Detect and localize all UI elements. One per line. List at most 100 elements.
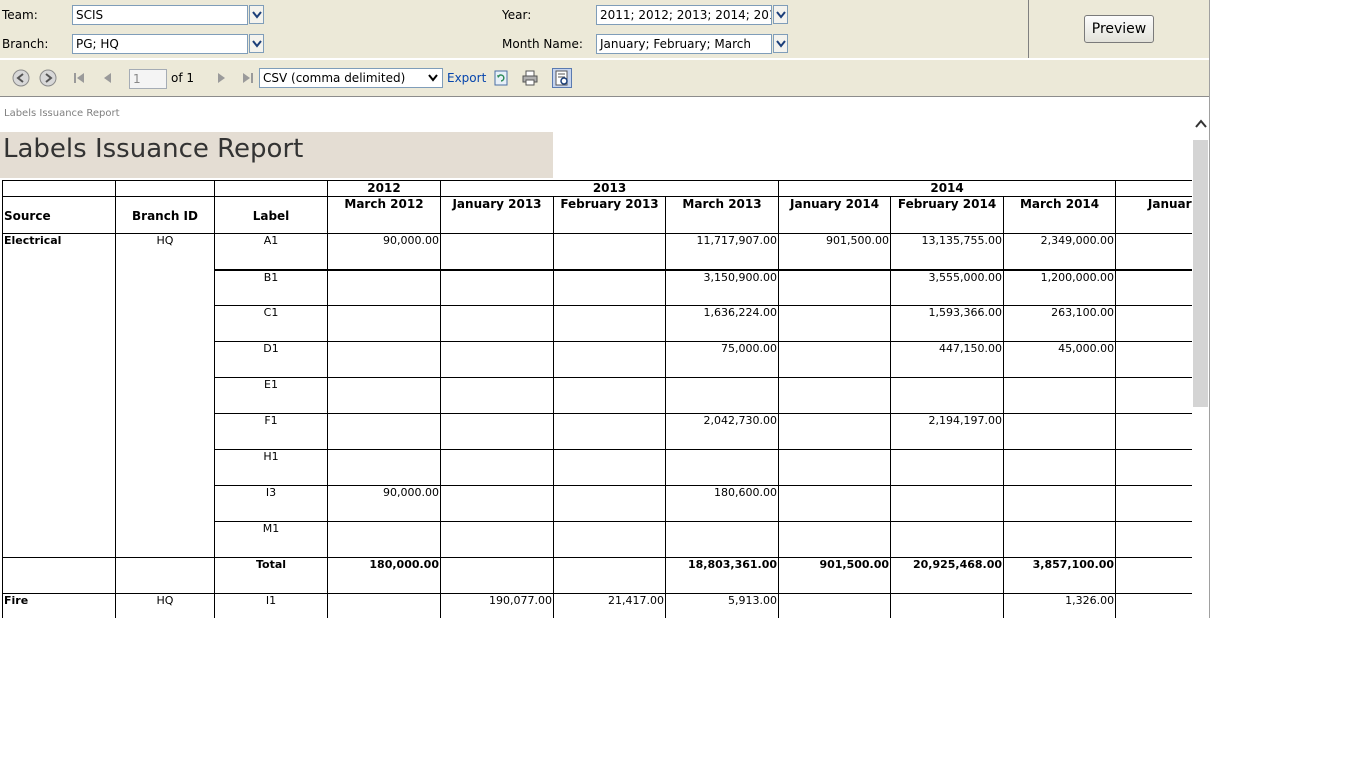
viewer-right-blank xyxy=(1209,97,1366,618)
value-cell: 901,500.00 xyxy=(778,233,892,271)
column-header-month: February 2013 xyxy=(553,196,666,234)
value-cell xyxy=(440,485,554,522)
page-number-input[interactable]: 1 xyxy=(129,69,167,89)
year-select[interactable]: 2011; 2012; 2013; 2014; 2015 xyxy=(596,5,772,25)
report-title: Labels Issuance Report xyxy=(3,134,304,164)
report-toolbar: 1 of 1 CSV (comma delimited) Export xyxy=(0,59,1209,97)
value-cell xyxy=(327,413,441,450)
value-cell xyxy=(778,485,892,522)
branch-label: Branch: xyxy=(2,37,49,51)
scrollbar-thumb[interactable] xyxy=(1193,140,1208,407)
value-cell: 180,600.00 xyxy=(664,485,780,522)
print-icon[interactable] xyxy=(521,69,539,87)
export-format-select[interactable]: CSV (comma delimited) xyxy=(259,68,443,88)
total-value-cell: 18,803,361.00 xyxy=(664,557,780,594)
branch-select[interactable]: PG; HQ xyxy=(72,34,248,54)
total-label: Total xyxy=(214,557,328,594)
table-row: Electrical HQ A1 90,000.00 11,717,907.00 901,… xyxy=(2,233,1254,558)
value-cell xyxy=(890,377,1005,414)
column-header-label: Label xyxy=(214,196,328,234)
value-cell xyxy=(1003,521,1117,558)
value-cell xyxy=(1003,413,1117,450)
total-value-cell: 180,000.00 xyxy=(327,557,441,594)
next-page-icon[interactable] xyxy=(212,69,230,87)
year-label: Year: xyxy=(502,8,532,22)
value-cell: 90,000.00 xyxy=(327,485,441,522)
label-cell: M1 xyxy=(214,521,328,558)
document-map-icon xyxy=(555,70,568,86)
breadcrumb[interactable]: Labels Issuance Report xyxy=(4,108,120,119)
back-icon[interactable] xyxy=(12,69,30,87)
total-value-cell xyxy=(440,557,554,594)
label-cell: H1 xyxy=(214,449,328,486)
value-cell xyxy=(778,269,892,306)
year-header-2013: 2013 xyxy=(439,180,780,197)
value-cell xyxy=(327,341,441,378)
value-cell: 263,100.00 xyxy=(1003,305,1117,342)
label-cell: A1 xyxy=(214,233,328,271)
value-cell: 13,135,755.00 xyxy=(890,233,1005,271)
chevron-down-icon xyxy=(428,74,438,82)
export-format-value: CSV (comma delimited) xyxy=(263,71,406,85)
team-dropdown-button[interactable] xyxy=(249,5,264,24)
value-cell: 90,000.00 xyxy=(327,233,441,271)
value-cell xyxy=(778,341,892,378)
total-row: Total 180,000.00 18,803,361.00 901,500.00 20… xyxy=(2,557,1254,594)
value-cell: 447,150.00 xyxy=(890,341,1005,378)
team-label: Team: xyxy=(2,8,38,22)
value-cell: 1,200,000.00 xyxy=(1003,269,1117,306)
value-cell: 1,593,366.00 xyxy=(890,305,1005,342)
forward-icon[interactable] xyxy=(39,69,57,87)
label-cell: B1 xyxy=(214,269,328,306)
team-select[interactable]: SCIS xyxy=(72,5,248,25)
value-cell xyxy=(553,485,666,522)
refresh-icon[interactable] xyxy=(492,69,510,87)
column-header-month: January 2013 xyxy=(440,196,554,234)
report-title-bar: Labels Issuance Report xyxy=(0,132,553,178)
value-cell xyxy=(553,377,666,414)
total-value-cell: 3,857,100.00 xyxy=(1003,557,1117,594)
document-map-toggle[interactable] xyxy=(552,68,572,88)
export-link[interactable]: Export xyxy=(447,71,486,85)
label-cell: C1 xyxy=(214,305,328,342)
column-header-month: March 2013 xyxy=(664,196,780,234)
value-cell xyxy=(778,521,892,558)
last-page-icon[interactable] xyxy=(238,69,256,87)
value-cell xyxy=(664,521,780,558)
value-cell xyxy=(327,377,441,414)
value-cell xyxy=(1003,377,1117,414)
parameter-panel: Team: SCIS Branch: PG; HQ Year: 2011; 20… xyxy=(0,0,1210,58)
divider xyxy=(1028,0,1029,58)
scroll-up-icon[interactable] xyxy=(1194,117,1208,131)
value-cell xyxy=(440,413,554,450)
preview-button[interactable]: Preview xyxy=(1084,15,1154,43)
header-blank xyxy=(2,180,116,197)
year-header-2012: 2012 xyxy=(327,180,441,197)
previous-page-icon[interactable] xyxy=(99,69,117,87)
total-value-cell xyxy=(553,557,666,594)
value-cell: 2,194,197.00 xyxy=(890,413,1005,450)
first-page-icon[interactable] xyxy=(71,69,89,87)
column-header-month: February 2014 xyxy=(890,196,1005,234)
value-cell xyxy=(553,521,666,558)
year-header-2014: 2014 xyxy=(778,180,1117,197)
value-cell xyxy=(778,377,892,414)
value-cell: 75,000.00 xyxy=(664,341,780,378)
month-select[interactable]: January; February; March xyxy=(596,34,772,54)
value-cell xyxy=(664,377,780,414)
year-dropdown-button[interactable] xyxy=(773,5,788,24)
value-cell xyxy=(327,269,441,306)
viewer-border xyxy=(1209,0,1210,618)
value-cell xyxy=(778,413,892,450)
source-cell: Electrical xyxy=(2,233,116,558)
value-cell: 1,636,224.00 xyxy=(664,305,780,342)
label-cell: I3 xyxy=(214,485,328,522)
branch-dropdown-button[interactable] xyxy=(249,34,264,53)
column-header-month: March 2014 xyxy=(1003,196,1117,234)
month-dropdown-button[interactable] xyxy=(773,34,788,53)
value-cell xyxy=(553,269,666,306)
value-cell xyxy=(890,449,1005,486)
month-label: Month Name: xyxy=(502,37,583,51)
value-cell xyxy=(440,233,554,271)
label-cell: D1 xyxy=(214,341,328,378)
